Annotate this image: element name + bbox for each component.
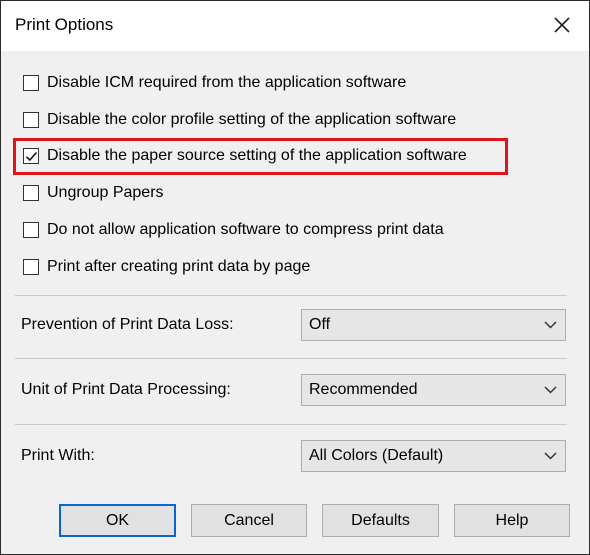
checkbox-label: Ungroup Papers xyxy=(47,184,164,201)
defaults-button[interactable]: Defaults xyxy=(322,504,439,537)
separator xyxy=(15,295,567,296)
chevron-down-icon xyxy=(544,321,557,329)
ok-button[interactable]: OK xyxy=(59,504,176,537)
checkbox-box[interactable] xyxy=(23,222,39,238)
highlight-box xyxy=(13,138,508,175)
print-with-select[interactable]: All Colors (Default) xyxy=(301,440,566,472)
select-value: Recommended xyxy=(309,381,418,398)
separator xyxy=(15,424,567,425)
checkbox-no-compress[interactable]: Do not allow application software to com… xyxy=(23,218,444,242)
print-with-label: Print With: xyxy=(21,447,95,464)
chevron-down-icon xyxy=(544,386,557,394)
print-options-dialog: Print Options Disable ICM required from … xyxy=(0,0,590,555)
select-value: All Colors (Default) xyxy=(309,447,444,464)
checkbox-disable-color-profile[interactable]: Disable the color profile setting of the… xyxy=(23,108,456,132)
help-button[interactable]: Help xyxy=(454,504,570,537)
checkbox-box[interactable] xyxy=(23,75,39,91)
checkbox-ungroup-papers[interactable]: Ungroup Papers xyxy=(23,181,164,205)
checkbox-box[interactable] xyxy=(23,259,39,275)
unit-select[interactable]: Recommended xyxy=(301,374,566,406)
checkbox-disable-icm[interactable]: Disable ICM required from the applicatio… xyxy=(23,71,406,95)
separator xyxy=(15,358,567,359)
title-bar: Print Options xyxy=(1,1,589,51)
chevron-down-icon xyxy=(544,452,557,460)
cancel-button[interactable]: Cancel xyxy=(191,504,307,537)
dialog-title: Print Options xyxy=(15,15,114,34)
prevention-select[interactable]: Off xyxy=(301,309,566,341)
checkbox-label: Disable the color profile setting of the… xyxy=(47,111,457,128)
select-value: Off xyxy=(309,316,331,333)
checkbox-label: Do not allow application software to com… xyxy=(47,221,444,238)
close-icon[interactable] xyxy=(549,12,575,38)
checkbox-box[interactable] xyxy=(23,112,39,128)
checkbox-label: Disable ICM required from the applicatio… xyxy=(47,74,407,91)
checkbox-box[interactable] xyxy=(23,185,39,201)
prevention-label: Prevention of Print Data Loss: xyxy=(21,316,234,333)
unit-label: Unit of Print Data Processing: xyxy=(21,381,231,398)
checkbox-print-after-page[interactable]: Print after creating print data by page xyxy=(23,255,310,279)
checkbox-label: Print after creating print data by page xyxy=(47,258,311,275)
